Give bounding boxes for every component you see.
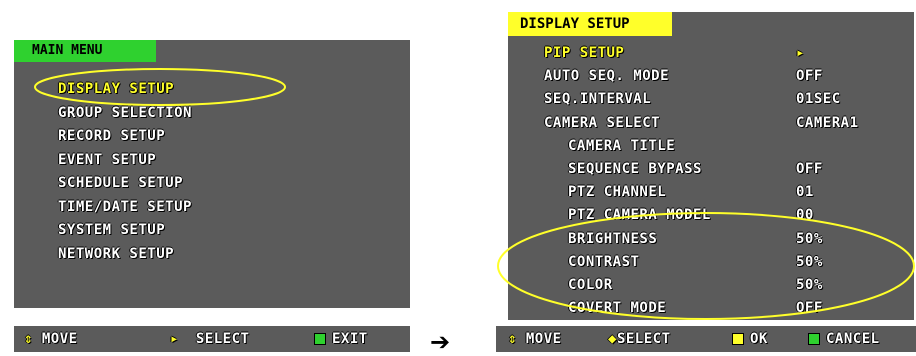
- setting-value: 01: [796, 184, 814, 201]
- menu-item-event-setup[interactable]: EVENT SETUP: [58, 149, 192, 173]
- display-setup-panel: DISPLAY SETUP PIP SETUP ▸ AUTO SEQ. MODE…: [508, 12, 914, 320]
- footer-cancel-label: CANCEL: [826, 331, 880, 347]
- footer-move-label: MOVE: [41, 331, 78, 347]
- footer-move: ⇕ MOVE: [24, 326, 78, 352]
- setting-row-seq-interval[interactable]: SEQ.INTERVAL 01SEC: [508, 88, 914, 111]
- green-square-icon: [314, 333, 326, 345]
- setting-label: COLOR: [568, 276, 613, 293]
- setting-value: 01SEC: [796, 91, 841, 108]
- setting-value: 50%: [796, 276, 823, 293]
- setting-row-auto-seq-mode[interactable]: AUTO SEQ. MODE OFF: [508, 65, 914, 88]
- setting-label: CONTRAST: [568, 253, 640, 270]
- main-menu-panel: MAIN MENU DISPLAY SETUP GROUP SELECTION …: [14, 40, 410, 308]
- setting-row-ptz-channel[interactable]: PTZ CHANNEL 01: [508, 181, 914, 204]
- setting-value: 00: [796, 207, 814, 224]
- footer-cancel: CANCEL: [808, 326, 880, 352]
- setting-label: CAMERA TITLE: [568, 137, 676, 154]
- setting-value: 50%: [796, 253, 823, 270]
- setting-value: OFF: [796, 160, 823, 177]
- setting-row-brightness[interactable]: BRIGHTNESS 50%: [508, 228, 914, 251]
- setting-row-covert-mode[interactable]: COVERT MODE OFF: [508, 297, 914, 320]
- right-triangle-icon: ▸: [170, 331, 179, 347]
- main-menu-list: DISPLAY SETUP GROUP SELECTION RECORD SET…: [58, 78, 192, 266]
- footer-select-label: SELECT: [616, 331, 671, 347]
- setting-row-sequence-bypass[interactable]: SEQUENCE BYPASS OFF: [508, 158, 914, 181]
- display-setup-list: PIP SETUP ▸ AUTO SEQ. MODE OFF SEQ.INTER…: [508, 42, 914, 320]
- display-setup-footer: ⇕ MOVE ◆SELECT OK CANCEL: [496, 326, 916, 352]
- setting-row-color[interactable]: COLOR 50%: [508, 274, 914, 297]
- menu-item-system-setup[interactable]: SYSTEM SETUP: [58, 219, 192, 243]
- setting-label: PTZ CAMERA MODEL: [568, 207, 711, 224]
- menu-item-network-setup[interactable]: NETWORK SETUP: [58, 243, 192, 267]
- menu-item-time-date-setup[interactable]: TIME/DATE SETUP: [58, 196, 192, 220]
- setting-row-pip-setup[interactable]: PIP SETUP ▸: [508, 42, 914, 65]
- setting-value: OFF: [796, 300, 823, 317]
- footer-move: ⇕ MOVE: [508, 326, 562, 352]
- updown-arrow-icon: ⇕: [508, 331, 517, 347]
- footer-ok-label: OK: [750, 331, 768, 347]
- setting-label: BRIGHTNESS: [568, 230, 658, 247]
- setting-label: PIP SETUP: [544, 45, 625, 61]
- setting-row-contrast[interactable]: CONTRAST 50%: [508, 251, 914, 274]
- menu-item-record-setup[interactable]: RECORD SETUP: [58, 125, 192, 149]
- setting-label: CAMERA SELECT: [544, 114, 661, 131]
- updown-arrow-icon: ⇕: [24, 331, 33, 347]
- setting-label: SEQ.INTERVAL: [544, 91, 652, 108]
- setting-label: COVERT MODE: [568, 300, 667, 317]
- footer-select-label: SELECT: [195, 331, 250, 347]
- setting-label: SEQUENCE BYPASS: [568, 160, 702, 177]
- setting-label: AUTO SEQ. MODE: [544, 68, 670, 85]
- menu-item-group-selection[interactable]: GROUP SELECTION: [58, 102, 192, 126]
- setting-row-camera-select[interactable]: CAMERA SELECT CAMERA1: [508, 112, 914, 135]
- setting-label: PTZ CHANNEL: [568, 184, 667, 201]
- footer-move-label: MOVE: [525, 331, 562, 347]
- main-menu-title: MAIN MENU: [14, 40, 156, 62]
- setting-value: OFF: [796, 68, 823, 85]
- setting-value: 50%: [796, 230, 823, 247]
- green-x-square-icon: [808, 333, 820, 345]
- footer-select: ▸ SELECT: [170, 326, 249, 352]
- menu-item-display-setup[interactable]: DISPLAY SETUP: [58, 78, 192, 102]
- footer-exit-label: EXIT: [332, 331, 368, 347]
- footer-exit: EXIT: [314, 326, 368, 352]
- yellow-square-icon: [732, 333, 744, 345]
- leftright-arrow-icon: ◆: [608, 331, 617, 347]
- setting-value: CAMERA1: [796, 114, 859, 131]
- right-triangle-icon: ▸: [796, 45, 805, 61]
- setting-row-ptz-camera-model[interactable]: PTZ CAMERA MODEL 00: [508, 204, 914, 227]
- main-menu-footer: ⇕ MOVE ▸ SELECT EXIT: [14, 326, 410, 352]
- footer-select: ◆SELECT: [608, 326, 671, 352]
- menu-item-schedule-setup[interactable]: SCHEDULE SETUP: [58, 172, 192, 196]
- footer-ok: OK: [732, 326, 768, 352]
- display-setup-title: DISPLAY SETUP: [508, 12, 672, 36]
- setting-row-camera-title[interactable]: CAMERA TITLE: [508, 135, 914, 158]
